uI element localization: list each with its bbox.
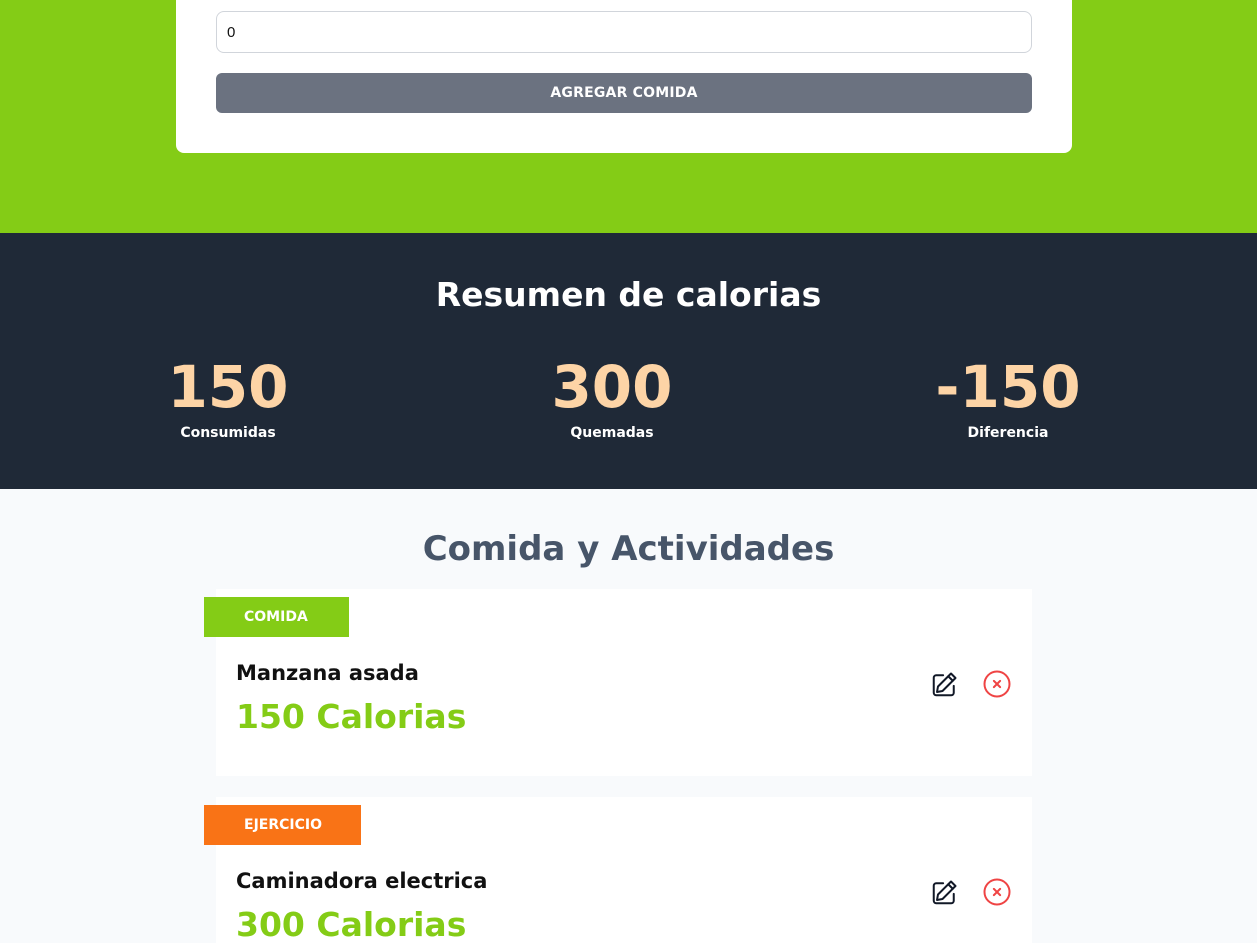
item-calories: 300 Calorias	[236, 905, 467, 943]
item-actions	[930, 669, 1012, 699]
add-food-button[interactable]: AGREGAR COMIDA	[216, 73, 1032, 113]
summary-title: Resumen de calorias	[435, 275, 822, 314]
add-activity-form: AGREGAR COMIDA	[176, 0, 1072, 153]
item-calories: 150 Calorias	[236, 697, 467, 736]
delete-circle-x-icon[interactable]	[982, 877, 1012, 907]
stat-difference-value: -150	[935, 353, 1081, 421]
stat-burned-label: Quemadas	[570, 425, 654, 441]
item-actions	[930, 877, 1012, 907]
item-name: Caminadora electrica	[236, 869, 488, 893]
stat-consumed: 150 Consumidas	[108, 353, 348, 441]
stat-consumed-label: Consumidas	[180, 425, 276, 441]
calorie-summary: Resumen de calorias 150 Consumidas 300 Q…	[0, 233, 1257, 489]
delete-circle-x-icon[interactable]	[982, 669, 1012, 699]
edit-icon[interactable]	[930, 877, 960, 907]
category-badge: EJERCICIO	[204, 805, 361, 845]
category-badge: COMIDA	[204, 597, 349, 637]
list-item: EJERCICIO Caminadora electrica 300 Calor…	[204, 797, 1032, 943]
stat-difference-label: Diferencia	[967, 425, 1049, 441]
activities-title: Comida y Actividades	[422, 529, 835, 569]
edit-icon[interactable]	[930, 669, 960, 699]
stat-difference: -150 Diferencia	[888, 353, 1128, 441]
calories-input[interactable]	[216, 11, 1032, 53]
stat-burned-value: 300	[551, 353, 673, 421]
form-section: AGREGAR COMIDA	[0, 0, 1257, 233]
item-name: Manzana asada	[236, 661, 419, 685]
stat-burned: 300 Quemadas	[492, 353, 732, 441]
list-item: COMIDA Manzana asada 150 Calorias	[204, 589, 1032, 776]
stat-consumed-value: 150	[167, 353, 289, 421]
activities-section: Comida y Actividades COMIDA Manzana asad…	[0, 489, 1257, 943]
